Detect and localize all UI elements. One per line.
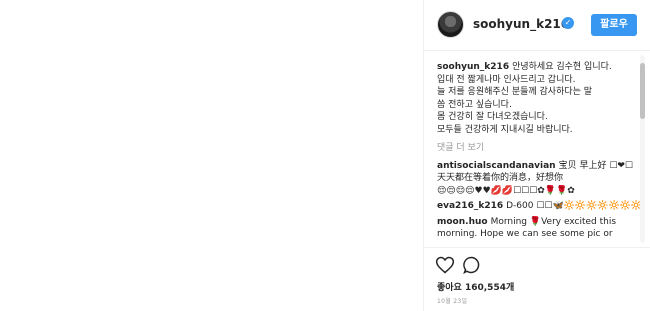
- caption-line: 늘 저를 응원해주신 분들께 감사하다는 말: [437, 87, 593, 97]
- comment-text: 😌😌😌😌♥♥💋💋☐☐☐✿🌹🌹✿: [437, 185, 575, 196]
- comments-scrollbar-thumb[interactable]: [640, 63, 645, 119]
- caption-line: 씀 전하고 싶습니다.: [437, 99, 512, 110]
- likes-count[interactable]: 좋아요 160,554개: [437, 280, 514, 293]
- post-header: soohyun_k216 ✓ 팔로우: [424, 0, 650, 51]
- heart-icon[interactable]: [435, 255, 455, 275]
- header-username[interactable]: soohyun_k216: [473, 17, 569, 31]
- comment-username[interactable]: eva216_k216: [437, 201, 503, 211]
- comment-text: 宝贝 早上好 ☐❤☐: [558, 160, 633, 171]
- comment-item: antisocialscandanavian 宝贝 早上好 ☐❤☐ 天天都在等着你…: [437, 160, 633, 198]
- load-more-comments-link[interactable]: 댓글 더 보기: [437, 142, 633, 155]
- post-date: 10월 23일: [437, 298, 468, 305]
- comment-item: eva216_k216 D-600 ☐☐🦋🔆🔆🔆🔆🔆🔆🔆: [437, 200, 642, 213]
- caption-line: 입대 전 짧게나마 인사드리고 갑니다.: [437, 74, 576, 85]
- comment-text: Morning 🌹Very excited this: [490, 216, 617, 227]
- follow-button[interactable]: 팔로우: [591, 14, 637, 36]
- comment-text: 天天都在等着你的消息，好想你: [437, 173, 564, 183]
- comment-username[interactable]: antisocialscandanavian: [437, 161, 556, 171]
- comment-text: morning. Hope we can see some pic or: [437, 229, 613, 239]
- comment-text: D-600 ☐☐🦋🔆🔆🔆🔆🔆🔆🔆: [506, 201, 643, 211]
- comment-username[interactable]: moon.huo: [437, 217, 488, 227]
- caption-line: 모두들 건강하게 지내시길 바랍니다.: [437, 124, 573, 135]
- avatar[interactable]: [437, 11, 464, 38]
- caption: soohyun_k216 안녕하세요 김수현 입니다. 입대 전 짧게나마 인사드…: [437, 61, 633, 136]
- caption-username[interactable]: soohyun_k216: [437, 62, 509, 72]
- caption-line: 안녕하세요 김수현 입니다.: [512, 62, 612, 72]
- post-actions: 좋아요 160,554개 10월 23일: [424, 247, 650, 311]
- caption-line: 몸 건강히 잘 다녀오겠습니다.: [437, 112, 548, 122]
- comment-icon[interactable]: [462, 255, 482, 275]
- comments-section: soohyun_k216 안녕하세요 김수현 입니다. 입대 전 짧게나마 인사드…: [424, 51, 650, 247]
- verified-badge-icon: ✓: [562, 17, 574, 29]
- post-photo-area: [0, 0, 423, 311]
- comment-item: moon.huo Morning 🌹Very excited this morni…: [437, 216, 633, 241]
- post-side-panel: soohyun_k216 ✓ 팔로우 soohyun_k216 안녕하세요 김수현…: [423, 0, 650, 311]
